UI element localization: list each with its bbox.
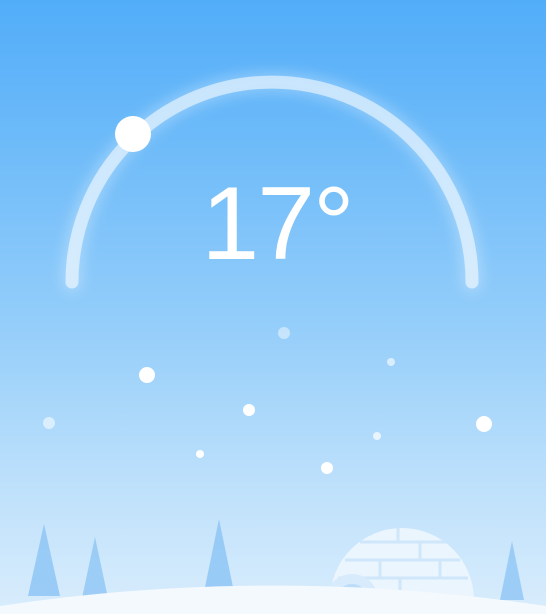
weather-screen: 17° [0,0,546,614]
snowflake [196,450,204,458]
snowflake [278,327,290,339]
snowflake [43,417,55,429]
snowflake [387,358,395,366]
snow-scene [0,327,546,614]
tree-icon [82,537,108,598]
snowflake [243,404,255,416]
snowflake [139,367,155,383]
snowflake [373,432,381,440]
snowfall [43,327,492,474]
tree-icon [500,541,524,600]
snowflake [321,462,333,474]
snowflake [476,416,492,432]
tree-icon [204,519,234,592]
tree-icon [28,524,60,596]
